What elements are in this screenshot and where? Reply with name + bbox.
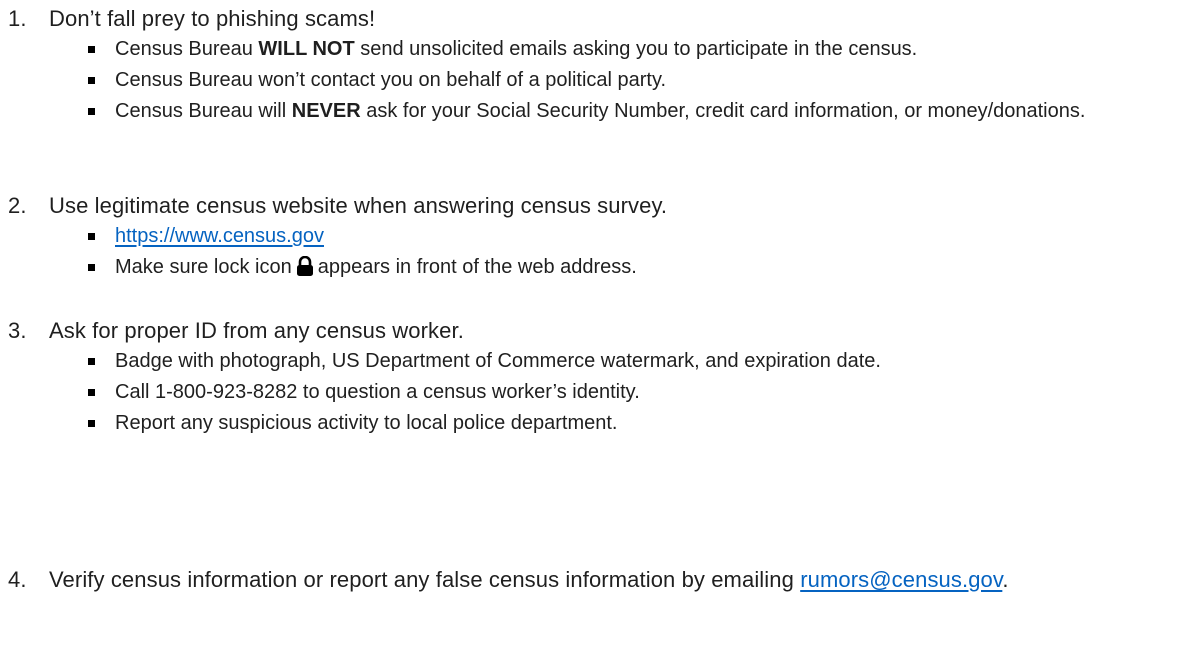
item-heading-text: Verify census information or report any …	[49, 565, 1178, 595]
bullet-text: Call 1-800-923-8282 to question a census…	[115, 381, 640, 403]
item-number: 2.	[8, 193, 27, 218]
square-bullet-icon	[88, 420, 95, 427]
item-number: 4.	[8, 567, 27, 592]
item-number: 1.	[8, 6, 27, 31]
lock-icon	[296, 255, 314, 286]
item-heading-text: Ask for proper ID from any census worker…	[49, 318, 464, 343]
square-bullet-icon	[88, 46, 95, 53]
heading-period: .	[1002, 567, 1009, 592]
square-bullet-icon	[88, 108, 95, 115]
item-number: 3.	[8, 318, 27, 343]
bullet-text: Census Bureau won’t contact you on behal…	[115, 69, 667, 91]
square-bullet-icon	[88, 358, 95, 365]
sub-bullet: Call 1-800-923-8282 to question a census…	[8, 377, 1178, 408]
item-heading-text: Don’t fall prey to phishing scams!	[49, 6, 376, 31]
bullet-text: Badge with photograph, US Department of …	[115, 350, 881, 372]
sub-bullet-list: Census Bureau WILL NOT send unsolicited …	[8, 34, 1178, 127]
sub-bullet: Report any suspicious activity to local …	[8, 408, 1178, 439]
sub-bullet-list: Badge with photograph, US Department of …	[8, 346, 1178, 439]
document-page: 1. Don’t fall prey to phishing scams! Ce…	[0, 0, 1187, 656]
item-heading: 3. Ask for proper ID from any census wor…	[8, 316, 1178, 346]
bullet-text: appears in front of the web address.	[317, 256, 637, 278]
list-item-1: 1. Don’t fall prey to phishing scams! Ce…	[8, 4, 1178, 127]
sub-bullet: Make sure lock icon appears in front of t…	[8, 252, 1178, 286]
list-item-2: 2. Use legitimate census website when an…	[8, 191, 1178, 286]
square-bullet-icon	[88, 233, 95, 240]
square-bullet-icon	[88, 264, 95, 271]
sub-bullet: Badge with photograph, US Department of …	[8, 346, 1178, 377]
sub-bullet-list: https://www.census.gov Make sure lock ic…	[8, 221, 1178, 286]
bullet-text: Census Bureau	[115, 38, 259, 60]
item-heading: 1. Don’t fall prey to phishing scams!	[8, 4, 1178, 34]
heading-text: Verify census information or report any …	[49, 567, 794, 592]
sub-bullet: Census Bureau will NEVER ask for your So…	[8, 96, 1178, 127]
rumors-email-link[interactable]: rumors@census.gov	[800, 567, 1002, 592]
list-item-4: 4. Verify census information or report a…	[8, 565, 1178, 595]
item-heading: 4. Verify census information or report a…	[8, 565, 1178, 595]
sub-bullet: https://www.census.gov	[8, 221, 1178, 252]
bullet-text: Report any suspicious activity to local …	[115, 412, 618, 434]
sub-bullet: Census Bureau WILL NOT send unsolicited …	[8, 34, 1178, 65]
bullet-text: Census Bureau will	[115, 100, 292, 122]
census-website-link[interactable]: https://www.census.gov	[115, 225, 324, 247]
bullet-text: send unsolicited emails asking you to pa…	[354, 38, 918, 60]
sub-bullet: Census Bureau won’t contact you on behal…	[8, 65, 1178, 96]
list-item-3: 3. Ask for proper ID from any census wor…	[8, 316, 1178, 439]
bold-emphasis: NEVER	[291, 100, 361, 122]
bullet-text: ask for your Social Security Number, cre…	[360, 100, 1086, 122]
square-bullet-icon	[88, 389, 95, 396]
bold-emphasis: WILL NOT	[258, 38, 355, 60]
square-bullet-icon	[88, 77, 95, 84]
item-heading: 2. Use legitimate census website when an…	[8, 191, 1178, 221]
bullet-text: Make sure lock icon	[115, 256, 292, 278]
item-heading-text: Use legitimate census website when answe…	[49, 193, 668, 218]
